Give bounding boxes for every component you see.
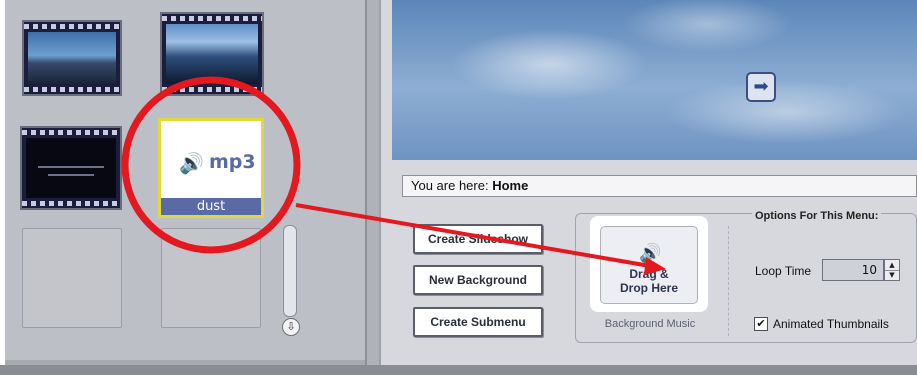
drop-zone-line-2: Drop Here [619, 281, 678, 295]
speaker-icon: 🔊 [179, 151, 204, 175]
loop-time-input[interactable]: 10 [822, 259, 884, 281]
media-scrollbar[interactable] [283, 225, 297, 317]
thumbnail-image [166, 24, 258, 84]
scroll-down-arrow-icon[interactable]: ⇩ [282, 318, 300, 336]
arrow-right-icon[interactable]: ➡ [746, 72, 776, 102]
mp3-caption: dust [161, 198, 261, 215]
thumbnail-image [28, 32, 116, 84]
mp3-badge: mp3 [209, 151, 256, 173]
thumbnail-title-card[interactable] [20, 126, 122, 210]
text-line [48, 174, 94, 176]
thumbnail-ship-1[interactable] [22, 20, 122, 96]
create-slideshow-button[interactable]: Create Slideshow [413, 224, 543, 254]
app-window: 🔊 mp3 dust ⇩ ➡ You are here: Home Create… [0, 0, 917, 375]
options-title: Options For This Menu: [752, 210, 882, 222]
loop-time-label: Loop Time [755, 264, 812, 278]
animated-thumbnails-label: Animated Thumbnails [773, 317, 889, 331]
thumbnail-ship-2[interactable] [160, 12, 264, 96]
empty-slot[interactable] [22, 228, 122, 328]
empty-slot[interactable] [161, 228, 261, 328]
panel-divider [367, 0, 379, 365]
new-background-button[interactable]: New Background [413, 265, 543, 295]
text-line [38, 166, 104, 168]
stepper-down-icon[interactable]: ▼ [885, 270, 899, 280]
window-bottom-border [0, 365, 917, 375]
animated-thumbnails-checkbox[interactable]: ✔ [754, 317, 768, 331]
options-separator [728, 226, 729, 336]
speaker-icon: 🔊 [639, 243, 662, 264]
drop-zone-label: Background Music [604, 318, 696, 330]
drop-zone-text: Drag & Drop Here [601, 267, 697, 295]
breadcrumb: You are here: Home [402, 175, 917, 197]
breadcrumb-location: Home [492, 178, 529, 193]
loop-time-stepper[interactable]: ▲ ▼ [884, 259, 900, 281]
drop-zone-line-1: Drag & [629, 267, 669, 281]
background-music-drop-zone[interactable]: 🔊 Drag & Drop Here [600, 226, 698, 304]
menu-preview [392, 0, 917, 160]
thumbnail-image [26, 138, 116, 198]
create-submenu-button[interactable]: Create Submenu [413, 307, 543, 337]
breadcrumb-prefix: You are here: [411, 178, 489, 193]
mp3-thumbnail[interactable]: 🔊 mp3 dust [158, 118, 264, 218]
